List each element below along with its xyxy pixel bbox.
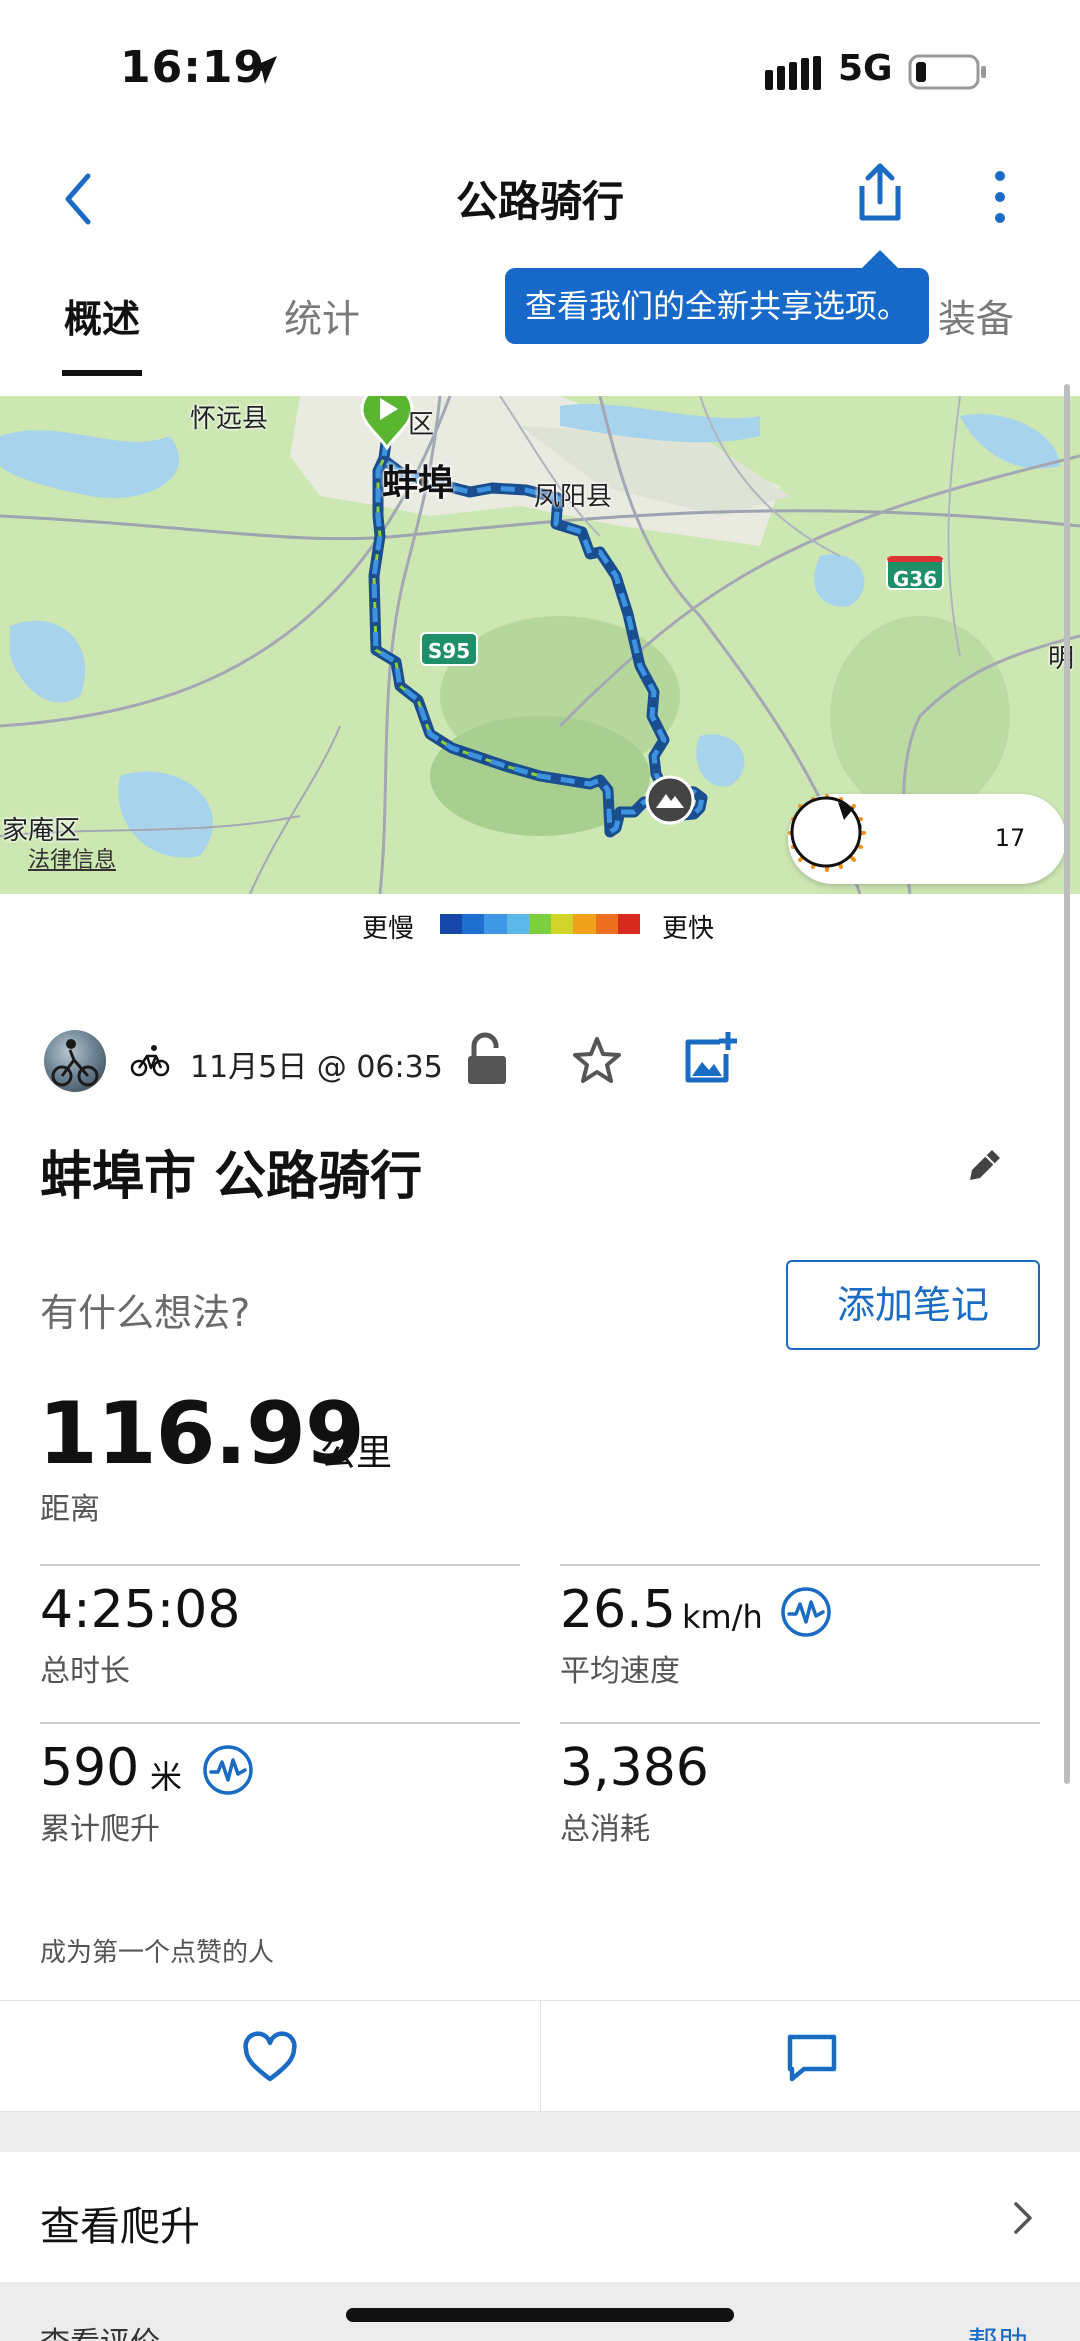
summit-marker-icon[interactable] bbox=[644, 774, 696, 826]
legend-swatch bbox=[595, 914, 618, 934]
activity-screen: 16:19 5G 公路骑行 概述 统计 装备 查看我们的全新共享选项。 怀远县 … bbox=[0, 0, 1080, 2341]
duration-value: 4:25:08 bbox=[40, 1580, 241, 1640]
duration-label: 总时长 bbox=[40, 1654, 130, 1689]
view-climb-label: 查看爬升 bbox=[40, 2204, 200, 2250]
user-avatar[interactable] bbox=[44, 1030, 106, 1092]
stat-divider bbox=[40, 1564, 520, 1566]
ascent-label: 累计爬升 bbox=[40, 1812, 160, 1847]
signal-icon bbox=[765, 56, 821, 90]
speed-chart-icon[interactable] bbox=[780, 1586, 832, 1638]
battery-icon bbox=[908, 54, 986, 90]
comment-icon[interactable] bbox=[784, 2031, 840, 2085]
map-label-huaiyuan: 怀远县 bbox=[190, 404, 269, 434]
legend-fast-label: 更快 bbox=[662, 914, 715, 944]
status-bar: 16:19 5G bbox=[0, 0, 1080, 140]
page-title: 公路骑行 bbox=[455, 177, 624, 226]
wind-speed: 17 bbox=[994, 824, 1026, 852]
tab-overview[interactable]: 概述 bbox=[64, 288, 140, 343]
home-indicator[interactable] bbox=[346, 2308, 734, 2322]
privacy-unlock-icon[interactable] bbox=[464, 1032, 510, 1088]
network-type: 5G bbox=[838, 48, 893, 89]
avg-speed-unit: km/h bbox=[682, 1598, 763, 1636]
avg-speed-value: 26.5 bbox=[560, 1580, 676, 1640]
legend-slow-label: 更慢 bbox=[362, 914, 415, 944]
tooltip-arrow bbox=[860, 250, 900, 270]
action-divider bbox=[540, 2001, 541, 2113]
share-tooltip[interactable]: 查看我们的全新共享选项。 bbox=[505, 268, 929, 344]
map-label-fengyang: 凤阳县 bbox=[534, 482, 613, 512]
section-separator bbox=[0, 2112, 1080, 2152]
activity-title: 蚌埠市 公路骑行 bbox=[40, 1147, 423, 1207]
activity-date: 11月5日 @ 06:35 bbox=[190, 1050, 443, 1085]
edit-pencil-icon[interactable] bbox=[964, 1146, 1004, 1186]
view-climb-row[interactable]: 查看爬升 bbox=[0, 2152, 1080, 2282]
speed-color-scale bbox=[440, 914, 640, 934]
add-photo-icon[interactable] bbox=[682, 1030, 738, 1086]
wind-direction-icon bbox=[790, 796, 862, 868]
highway-badge-s95: S95 bbox=[420, 632, 478, 666]
activity-meta-row: 11月5日 @ 06:35 bbox=[0, 1020, 1080, 1100]
weather-badge[interactable]: 8° 17 bbox=[788, 794, 1066, 884]
ascent-value: 590 bbox=[40, 1738, 140, 1798]
distance-label: 距离 bbox=[40, 1492, 100, 1527]
ascent-unit: 米 bbox=[150, 1758, 183, 1796]
social-actions bbox=[0, 2000, 1080, 2113]
avg-speed-label: 平均速度 bbox=[560, 1654, 680, 1689]
status-time: 16:19 bbox=[120, 42, 266, 93]
help-link[interactable]: 帮助 bbox=[968, 2318, 1028, 2341]
share-button[interactable] bbox=[850, 158, 910, 228]
legend-swatch bbox=[551, 914, 574, 934]
chevron-right-icon bbox=[1014, 2202, 1032, 2234]
tab-gear[interactable]: 装备 bbox=[938, 288, 1014, 343]
legend-swatch bbox=[506, 914, 529, 934]
stat-divider bbox=[560, 1564, 1040, 1566]
peek-section-label: 查看评价 bbox=[40, 2318, 160, 2341]
legend-swatch bbox=[573, 914, 596, 934]
kudos-prompt: 成为第一个点赞的人 bbox=[40, 1938, 275, 1968]
legal-info-link[interactable]: 法律信息 bbox=[28, 842, 116, 874]
map-label-ming: 明 bbox=[1048, 644, 1075, 674]
map-label-bengbu: 蚌埠 bbox=[382, 463, 455, 504]
tab-stats[interactable]: 统计 bbox=[284, 288, 360, 343]
map-label-district: 区 bbox=[408, 410, 435, 440]
scrollbar[interactable] bbox=[1064, 384, 1070, 1784]
more-options-button[interactable] bbox=[980, 162, 1020, 232]
route-map[interactable]: 怀远县 区 蚌埠 凤阳县 家庵区 明 法律信息 S95 G36 8° bbox=[0, 396, 1080, 894]
stat-divider bbox=[560, 1722, 1040, 1724]
calories-value: 3,386 bbox=[560, 1738, 709, 1798]
like-heart-icon[interactable] bbox=[240, 2031, 300, 2085]
location-arrow-icon bbox=[249, 56, 277, 84]
add-note-button[interactable]: 添加笔记 bbox=[786, 1260, 1040, 1350]
active-tab-indicator bbox=[62, 370, 142, 376]
calories-label: 总消耗 bbox=[560, 1812, 650, 1847]
speed-legend: 更慢 更快 bbox=[0, 904, 1080, 948]
legend-swatch bbox=[528, 914, 552, 934]
distance-unit: 公里 bbox=[320, 1433, 393, 1474]
distance-value: 116.99 bbox=[38, 1384, 365, 1484]
cycling-icon bbox=[130, 1045, 170, 1077]
top-nav: 公路骑行 bbox=[0, 140, 1080, 260]
legend-swatch bbox=[462, 914, 485, 934]
legend-swatch bbox=[484, 914, 507, 934]
legend-swatch bbox=[440, 914, 463, 934]
note-prompt: 有什么想法? bbox=[40, 1291, 251, 1335]
favorite-star-icon[interactable] bbox=[570, 1034, 624, 1088]
elevation-chart-icon[interactable] bbox=[202, 1744, 254, 1796]
highway-badge-g36: G36 bbox=[886, 556, 944, 591]
legend-swatch bbox=[617, 914, 640, 934]
stat-divider bbox=[40, 1722, 520, 1724]
